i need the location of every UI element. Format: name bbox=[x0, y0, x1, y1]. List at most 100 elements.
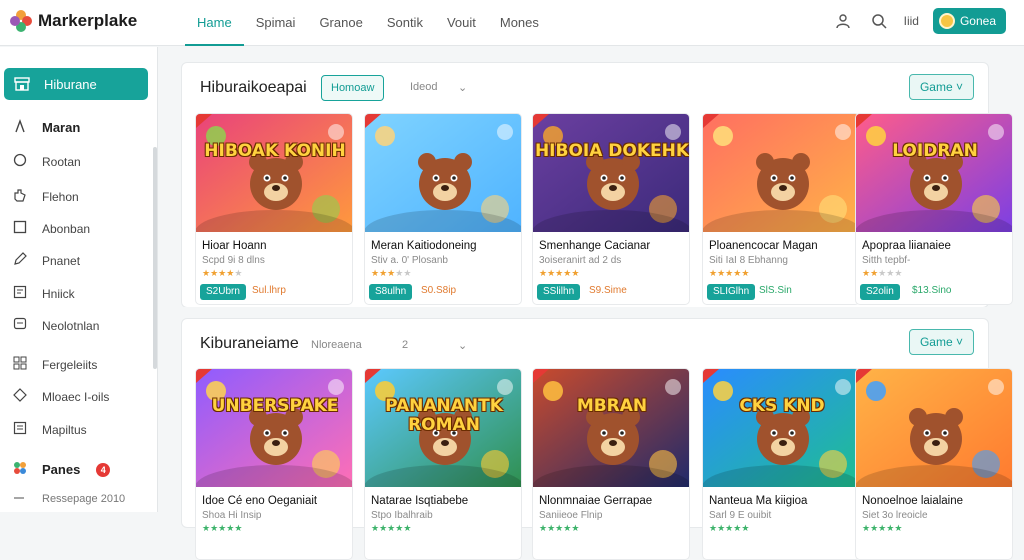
nav-tab-5[interactable]: Vouit bbox=[435, 0, 488, 46]
star-icon: ★ bbox=[563, 523, 572, 533]
chat-icon bbox=[12, 316, 28, 335]
price-button[interactable]: S2olin bbox=[860, 284, 900, 300]
star-icon: ★ bbox=[870, 268, 879, 278]
price-button[interactable]: S8ulhn bbox=[369, 284, 413, 300]
sidebar-item-mloaec-i-oils[interactable]: Mloaec I-oils bbox=[12, 387, 109, 406]
star-icon: ★ bbox=[870, 523, 879, 533]
star-icon: ★ bbox=[894, 523, 903, 533]
sidebar-item-ressepage-2010[interactable]: Ressepage 2010 bbox=[12, 489, 125, 508]
coins-button-label: Gonea bbox=[959, 14, 996, 28]
rating-stars: ★★★★★ bbox=[862, 268, 902, 279]
star-icon: ★ bbox=[234, 268, 243, 278]
sort-button[interactable]: Game ˅ bbox=[908, 74, 974, 100]
game-card[interactable]: HIBOAK KONIH Hioar Hoann Scpd 9i 8 dlns ★★★… bbox=[195, 113, 353, 305]
game-subtitle: Scpd 9i 8 dlns bbox=[202, 255, 265, 266]
sidebar-item-label: Ressepage 2010 bbox=[42, 492, 126, 505]
sidebar-item-abonban[interactable]: Abonban bbox=[12, 219, 90, 238]
game-thumbnail[interactable]: CKS KND bbox=[703, 369, 859, 487]
game-art-title: CKS KND bbox=[739, 396, 825, 416]
game-thumbnail[interactable]: MBRAN bbox=[533, 369, 689, 487]
sidebar-item-label: Pnanet bbox=[42, 253, 81, 268]
section-panel-1: Hiburaikoeapai Homoaw Ideod ⌄ Game ˅ HIB… bbox=[181, 62, 1013, 308]
star-icon: ★ bbox=[371, 268, 380, 278]
game-card[interactable]: Nonoelnoe laialaine Siet 3o lreoicle ★★★★★ bbox=[855, 368, 1013, 560]
game-title: Natarae Isqtiabebe bbox=[371, 495, 469, 507]
sidebar-item-neolotnlan[interactable]: Neolotnlan bbox=[12, 316, 99, 335]
game-art-title: HIBOIA DOKEHK bbox=[534, 141, 690, 161]
star-icon: ★ bbox=[547, 523, 556, 533]
star-icon: ★ bbox=[733, 523, 742, 533]
game-card[interactable]: Meran Kaitiodoneing Stiv a. 0' Plosanb ★★★… bbox=[364, 113, 522, 305]
game-title: Nonoelnoe laialaine bbox=[862, 495, 964, 507]
section-title: Hiburaikoeapai bbox=[200, 79, 307, 96]
game-card[interactable]: HIBOIA DOKEHK Smenhange Cacianar 3oiserani… bbox=[532, 113, 690, 305]
game-card[interactable]: MBRAN Nlonmnaiae Gerrapae Saniieoe Flnip ★★… bbox=[532, 368, 690, 560]
rating-stars: ★★★★★ bbox=[709, 268, 749, 279]
nav-tab-3[interactable]: Granoe bbox=[307, 0, 374, 46]
price-button[interactable]: SLIGlhn bbox=[707, 284, 756, 300]
user-icon[interactable] bbox=[832, 10, 854, 32]
game-thumbnail[interactable]: PANANANTK ROMAN bbox=[365, 369, 521, 487]
filter-chip[interactable]: Homoaw bbox=[321, 75, 385, 101]
sidebar-item-active[interactable]: Hiburane bbox=[4, 68, 148, 100]
logo[interactable]: Markerplake bbox=[10, 10, 137, 32]
sidebar-item-flehon[interactable]: Flehon bbox=[12, 187, 79, 206]
star-icon: ★ bbox=[218, 523, 227, 533]
chevron-down-icon[interactable]: ⌄ bbox=[458, 81, 467, 94]
nav-tab-2[interactable]: Spimai bbox=[244, 0, 308, 46]
game-card[interactable]: CKS KND Nanteua Ma kiigioa Sarl 9 E ouibit… bbox=[702, 368, 860, 560]
game-thumbnail[interactable]: HIBOAK KONIH bbox=[196, 114, 352, 232]
game-title: Hioar Hoann bbox=[202, 240, 267, 252]
rating-stars: ★★★★★ bbox=[539, 523, 579, 534]
app-name: Markerplake bbox=[38, 11, 138, 30]
game-card[interactable]: LOIDRAN Apopraa liianaiee Sitth tepbf- ★★★★… bbox=[855, 113, 1013, 305]
star-icon: ★ bbox=[894, 268, 903, 278]
sidebar-item-label: Mapiltus bbox=[42, 422, 87, 437]
coins-button[interactable]: Gonea bbox=[932, 8, 1006, 34]
notification-badge: 4 bbox=[96, 462, 111, 477]
sidebar-item-label: Mloaec I-oils bbox=[42, 389, 110, 404]
star-icon: ★ bbox=[571, 523, 580, 533]
nav-tab-4[interactable]: Sontik bbox=[375, 0, 435, 46]
sidebar-item-pnanet[interactable]: Pnanet bbox=[12, 251, 80, 270]
game-card[interactable]: UNBERSPAKE Idoe Cé eno Oeganiait Shoa Hi I… bbox=[195, 368, 353, 560]
game-thumbnail[interactable] bbox=[365, 114, 521, 232]
game-thumbnail[interactable] bbox=[703, 114, 859, 232]
star-icon: ★ bbox=[878, 523, 887, 533]
sort-button[interactable]: Game ˅ bbox=[908, 329, 974, 355]
game-card[interactable]: Ploanencocar Magan Siti IaI 8 Ebhanng ★★★★… bbox=[702, 113, 860, 305]
sidebar-item-maran[interactable]: Maran bbox=[12, 118, 80, 137]
price-button[interactable]: S2Ubrn bbox=[200, 284, 246, 300]
price-alt: SlS.Sin bbox=[759, 285, 792, 296]
star-icon: ★ bbox=[717, 523, 726, 533]
sort-button-label: Game bbox=[919, 335, 953, 349]
rating-stars: ★★★★★ bbox=[539, 268, 579, 279]
search-icon[interactable] bbox=[868, 10, 890, 32]
sidebar-item-rootan[interactable]: Rootan bbox=[12, 152, 81, 171]
top-text-link[interactable]: Iiid bbox=[904, 14, 919, 28]
game-title: Smenhange Cacianar bbox=[539, 240, 651, 252]
hand-icon bbox=[12, 187, 28, 206]
rating-stars: ★★★★★ bbox=[202, 268, 242, 279]
game-thumbnail[interactable]: HIBOIA DOKEHK bbox=[533, 114, 690, 232]
game-thumbnail[interactable] bbox=[856, 369, 1012, 487]
nav-tab-home[interactable]: Hame bbox=[185, 0, 244, 46]
sidebar-item-hniick[interactable]: Hniick bbox=[12, 284, 75, 303]
sidebar-item-mapiltus[interactable]: Mapiltus bbox=[12, 420, 87, 439]
price-button[interactable]: SSlilhn bbox=[537, 284, 581, 300]
filter-number[interactable]: 2 bbox=[393, 333, 417, 359]
sidebar-scrollbar[interactable] bbox=[153, 147, 157, 369]
sidebar-item-fergeleiits[interactable]: Fergeleiits bbox=[12, 355, 97, 374]
filter-dropdown[interactable]: Nloreaena bbox=[302, 333, 371, 359]
sidebar-item-panes[interactable]: Panes 4 bbox=[12, 460, 111, 479]
filter-dropdown[interactable]: Ideod bbox=[401, 75, 447, 101]
star-icon: ★ bbox=[403, 268, 412, 278]
game-art-title: HIBOAK KONIH bbox=[204, 141, 346, 161]
chevron-down-icon[interactable]: ⌄ bbox=[458, 339, 467, 352]
game-thumbnail[interactable]: UNBERSPAKE bbox=[196, 369, 352, 487]
nav-tab-6[interactable]: Mones bbox=[488, 0, 551, 46]
rating-stars: ★★★★★ bbox=[371, 523, 411, 534]
game-thumbnail[interactable]: LOIDRAN bbox=[856, 114, 1012, 232]
game-card[interactable]: PANANANTK ROMAN Natarae Isqtiabebe Stpo Ib… bbox=[364, 368, 522, 560]
rating-stars: ★★★★★ bbox=[371, 268, 411, 279]
